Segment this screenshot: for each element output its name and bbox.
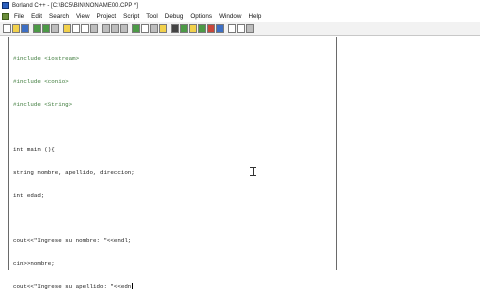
find-icon[interactable] bbox=[102, 24, 110, 33]
borland-app-icon bbox=[2, 2, 9, 9]
menu-options[interactable]: Options bbox=[190, 13, 212, 20]
new-file-icon[interactable] bbox=[3, 24, 11, 33]
code-line: #include <iostream> bbox=[13, 55, 80, 63]
toolbar-edit-group bbox=[63, 24, 99, 33]
window-tile-icon[interactable] bbox=[228, 24, 236, 33]
code-line: int main (){ bbox=[13, 146, 55, 154]
ibeam-cursor-icon bbox=[250, 167, 256, 176]
menu-tool[interactable]: Tool bbox=[146, 13, 158, 20]
menu-project[interactable]: Project bbox=[97, 13, 117, 20]
menu-view[interactable]: View bbox=[76, 13, 90, 20]
menu-search[interactable]: Search bbox=[49, 13, 69, 20]
text-caret bbox=[132, 283, 134, 290]
print-icon[interactable] bbox=[51, 24, 59, 33]
compile-icon[interactable] bbox=[132, 24, 140, 33]
menu-window[interactable]: Window bbox=[219, 13, 241, 20]
menu-edit[interactable]: Edit bbox=[31, 13, 42, 20]
toolbar-debug-group bbox=[171, 24, 225, 33]
evaluate-icon[interactable] bbox=[216, 24, 224, 33]
menu-debug[interactable]: Debug bbox=[165, 13, 184, 20]
run-icon[interactable] bbox=[159, 24, 167, 33]
help-icon[interactable] bbox=[246, 24, 254, 33]
toggle-breakpoint-icon[interactable] bbox=[189, 24, 197, 33]
paste-icon[interactable] bbox=[90, 24, 98, 33]
menu-help[interactable]: Help bbox=[248, 13, 261, 20]
toolbar-file-group bbox=[3, 24, 30, 33]
replace-icon[interactable] bbox=[111, 24, 119, 33]
toolbar bbox=[0, 22, 480, 36]
code-line: string nombre, apellido, direccion; bbox=[13, 169, 135, 177]
copy-icon[interactable] bbox=[81, 24, 89, 33]
save-icon[interactable] bbox=[21, 24, 29, 33]
toolbar-project-group bbox=[33, 24, 60, 33]
inspect-icon[interactable] bbox=[198, 24, 206, 33]
toolbar-search-group bbox=[102, 24, 129, 33]
window-cascade-icon[interactable] bbox=[237, 24, 245, 33]
save-project-icon[interactable] bbox=[42, 24, 50, 33]
toolbar-build-group bbox=[132, 24, 168, 33]
code-line-current: cout<<"Ingrese su apellido: "<<edn bbox=[13, 283, 135, 291]
code-line: cin>>nombre; bbox=[13, 260, 55, 268]
document-system-menu-icon[interactable] bbox=[2, 13, 9, 20]
code-editor[interactable]: #include <iostream> #include <conio> #in… bbox=[8, 37, 337, 290]
code-line: cout<<"Ingrese su nombre: "<<endl; bbox=[13, 237, 132, 245]
cut-icon[interactable] bbox=[72, 24, 80, 33]
window-title: Borland C++ - [C:\BC5\BIN\NONAME00.CPP *… bbox=[12, 2, 138, 9]
toolbar-window-group bbox=[228, 24, 255, 33]
code-line: int edad; bbox=[13, 191, 45, 199]
trace-into-icon[interactable] bbox=[180, 24, 188, 33]
undo-icon[interactable] bbox=[63, 24, 71, 33]
menu-bar: File Edit Search View Project Script Too… bbox=[0, 11, 480, 22]
menu-script[interactable]: Script bbox=[123, 13, 139, 20]
source-code: #include <iostream> #include <conio> #in… bbox=[13, 40, 135, 306]
title-bar: Borland C++ - [C:\BC5\BIN\NONAME00.CPP *… bbox=[0, 0, 480, 11]
make-icon[interactable] bbox=[141, 24, 149, 33]
code-line-text: cout<<"Ingrese su apellido: "<<edn bbox=[13, 283, 132, 290]
step-over-icon[interactable] bbox=[171, 24, 179, 33]
code-line: #include <String> bbox=[13, 100, 73, 108]
watch-icon[interactable] bbox=[207, 24, 215, 33]
build-icon[interactable] bbox=[150, 24, 158, 33]
open-project-icon[interactable] bbox=[33, 24, 41, 33]
menu-file[interactable]: File bbox=[14, 13, 24, 20]
search-again-icon[interactable] bbox=[120, 24, 128, 33]
open-folder-icon[interactable] bbox=[12, 24, 20, 33]
code-line: #include <conio> bbox=[13, 77, 69, 85]
